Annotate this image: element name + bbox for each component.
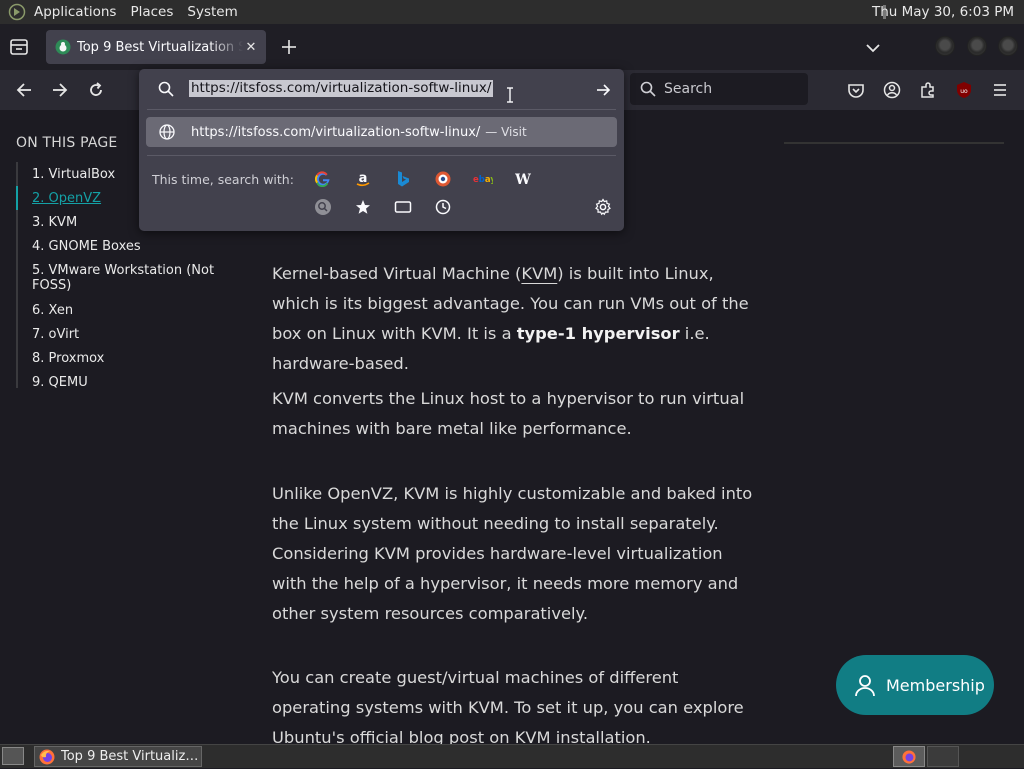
toc-active-indicator	[16, 186, 18, 210]
toc-item-ovirt[interactable]: 7. oVirt	[32, 327, 232, 342]
firefox-icon	[39, 749, 55, 765]
divider	[147, 109, 616, 110]
divider	[147, 155, 616, 156]
url-input[interactable]: https://itsfoss.com/virtualization-softw…	[139, 69, 624, 109]
tab-active[interactable]: Top 9 Best Virtualization Software for L…	[46, 30, 266, 64]
clock[interactable]: Thu May 30, 6:03 PM	[872, 4, 1014, 20]
back-arrow-icon[interactable]	[12, 78, 36, 102]
workspace-2[interactable]	[927, 746, 959, 767]
system-menu[interactable]: System	[187, 4, 237, 20]
kvm-link[interactable]: KVM	[521, 264, 557, 283]
wikipedia-engine-icon[interactable]: W	[513, 169, 533, 189]
search-input[interactable]: Search	[630, 73, 808, 105]
reload-icon[interactable]	[84, 78, 108, 102]
toc-item-gnome-boxes[interactable]: 4. GNOME Boxes	[32, 239, 232, 254]
hamburger-menu-icon[interactable]	[988, 78, 1012, 102]
gnome-foot-icon[interactable]	[7, 2, 27, 22]
svg-text:uo: uo	[960, 88, 968, 95]
chevron-down-icon[interactable]	[863, 38, 883, 58]
globe-icon	[159, 124, 175, 140]
suggestion-action: — Visit	[485, 125, 527, 139]
taskbar-window-title: Top 9 Best Virtualiza…	[61, 749, 199, 764]
paragraph-2: KVM converts the Linux host to a hypervi…	[272, 389, 745, 438]
paragraph-3: Unlike OpenVZ, KVM is highly customizabl…	[272, 484, 753, 623]
taskbar-window-firefox[interactable]: Top 9 Best Virtualiza…	[34, 746, 202, 767]
bookmarks-star-icon[interactable]	[353, 197, 373, 217]
paragraph-text: Kernel-based Virtual Machine (	[272, 264, 522, 283]
places-menu[interactable]: Places	[130, 4, 173, 20]
paragraph-text: You can create guest/virtual machines of…	[272, 668, 744, 717]
paragraph-4: You can create guest/virtual machines of…	[272, 663, 762, 753]
url-value[interactable]: https://itsfoss.com/virtualization-softw…	[189, 80, 494, 97]
bing-engine-icon[interactable]	[393, 169, 413, 189]
new-tab-icon[interactable]	[278, 36, 300, 58]
toc-item-vmware[interactable]: 5. VMware Workstation (Not FOSS)	[32, 263, 222, 293]
tab-title: Top 9 Best Virtualization Software for L…	[77, 39, 243, 55]
toc-item-proxmox[interactable]: 8. Proxmox	[32, 351, 232, 366]
ublock-origin-icon[interactable]: uo	[952, 78, 976, 102]
person-icon	[852, 672, 878, 698]
suggestion-url: https://itsfoss.com/virtualization-softw…	[191, 124, 481, 140]
firefox-view-icon[interactable]	[8, 37, 32, 59]
tab-strip: Top 9 Best Virtualization Software for L…	[0, 24, 1024, 70]
close-tab-icon[interactable]: ✕	[243, 39, 259, 55]
maximize-window-icon[interactable]	[967, 36, 987, 56]
membership-button[interactable]: Membership	[836, 655, 994, 715]
url-bar-dropdown: https://itsfoss.com/virtualization-softw…	[139, 69, 624, 231]
gear-icon[interactable]	[593, 197, 613, 217]
url-suggestion[interactable]: https://itsfoss.com/virtualization-softw…	[146, 117, 617, 147]
close-window-icon[interactable]	[998, 36, 1018, 56]
search-with-label: This time, search with:	[152, 172, 294, 187]
pocket-icon[interactable]	[844, 78, 868, 102]
amazon-engine-icon[interactable]: a	[353, 169, 373, 189]
show-desktop-icon[interactable]	[2, 747, 24, 765]
bottom-taskbar: Top 9 Best Virtualiza…	[0, 744, 1024, 768]
forward-arrow-icon[interactable]	[48, 78, 72, 102]
ebay-engine-icon[interactable]: ebay	[473, 169, 493, 189]
search-icon	[158, 81, 174, 97]
text-cursor-icon	[505, 86, 515, 104]
divider	[784, 142, 1004, 144]
duckduckgo-engine-icon[interactable]	[433, 169, 453, 189]
search-icon	[640, 81, 656, 97]
bold-text: type-1 hypervisor	[516, 324, 680, 343]
account-icon[interactable]	[880, 78, 904, 102]
system-top-panel: Applications Places System Thu May 30, 6…	[0, 0, 1024, 24]
extensions-icon[interactable]	[916, 78, 940, 102]
itsfoss-favicon-icon	[55, 39, 71, 55]
toc-item-xen[interactable]: 6. Xen	[32, 303, 232, 318]
search-placeholder: Search	[664, 81, 713, 97]
minimize-window-icon[interactable]	[935, 36, 955, 56]
go-arrow-icon[interactable]	[594, 81, 612, 99]
tabs-icon[interactable]	[393, 197, 413, 217]
membership-label: Membership	[886, 675, 985, 695]
search-settings-engine-icon[interactable]	[313, 197, 333, 217]
svg-text:ebay: ebay	[473, 175, 493, 185]
google-engine-icon[interactable]	[313, 169, 333, 189]
toc-heading: ON THIS PAGE	[16, 135, 118, 151]
svg-text:W: W	[514, 172, 531, 187]
workspace-1[interactable]	[893, 746, 925, 767]
applications-menu[interactable]: Applications	[34, 4, 116, 20]
toc-item-qemu[interactable]: 9. QEMU	[32, 375, 232, 390]
paragraph-1: Kernel-based Virtual Machine (KVM) is bu…	[272, 259, 762, 379]
history-clock-icon[interactable]	[433, 197, 453, 217]
